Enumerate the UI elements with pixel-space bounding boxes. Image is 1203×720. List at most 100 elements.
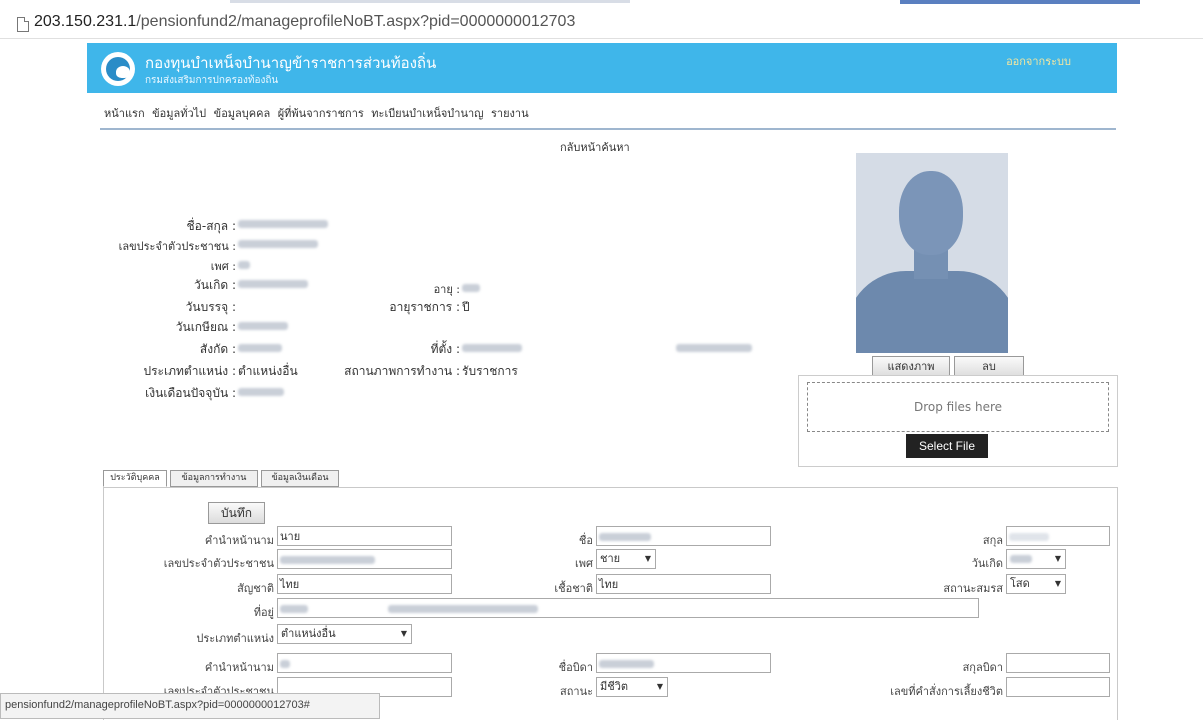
profile-age-value: [462, 284, 480, 292]
profile-id-label: เลขประจำตัวประชาชน :: [118, 240, 236, 253]
father-status-value: มีชีวิต: [600, 680, 629, 693]
father-title-label: คำนำหน้านาม: [204, 661, 274, 674]
birth-blurred: [1010, 555, 1032, 563]
lastname-label: สกุล: [982, 534, 1003, 547]
postype-select-value: ตำแหน่งอื่น: [281, 627, 336, 640]
firstname-label: ชื่อ: [578, 534, 593, 547]
profile-photo: [856, 153, 1008, 353]
profile-name-label: ชื่อ-สกุล :: [186, 219, 236, 233]
profile-name-value: [238, 220, 328, 228]
profile-location-value: [462, 344, 522, 352]
nav-item-personal[interactable]: ข้อมูลบุคคล: [214, 107, 271, 120]
profile-postype-value: ตำแหน่งอื่น: [238, 364, 298, 378]
title-label: คำนำหน้านาม: [204, 534, 274, 547]
profile-workstatus-value: รับราชการ: [462, 364, 518, 378]
sex-select[interactable]: ชาย ▼: [596, 549, 656, 569]
profile-location-value-2: [676, 344, 752, 352]
nationality-label: สัญชาติ: [237, 582, 274, 595]
tab-personal-history[interactable]: ประวัติบุคคล: [103, 470, 167, 487]
profile-age-label: อายุ :: [433, 283, 460, 296]
race-input[interactable]: ไทย: [596, 574, 771, 594]
father-lastname-label: สกุลบิดา: [962, 661, 1003, 674]
chevron-down-icon: ▼: [1054, 579, 1061, 588]
birth-select[interactable]: ▼: [1006, 549, 1066, 569]
nav-item-report[interactable]: รายงาน: [491, 107, 529, 120]
father-name-label: ชื่อบิดา: [558, 661, 593, 674]
chevron-down-icon: ▼: [400, 629, 407, 638]
profile-id-value: [238, 240, 318, 248]
select-file-button[interactable]: Select File: [906, 434, 988, 458]
idcard-blurred: [280, 556, 375, 564]
profile-sex-label: เพศ :: [210, 260, 236, 273]
profile-service-label: อายุราชการ :: [389, 300, 460, 314]
idcard-label: เลขประจำตัวประชาชน: [163, 557, 274, 570]
profile-affil-value: [238, 344, 282, 352]
birth-label: วันเกิด: [971, 557, 1003, 570]
marital-select-value: โสด: [1010, 577, 1030, 590]
father-title-blurred: [280, 660, 290, 668]
nav-item-pension-register[interactable]: ทะเบียนบำเหน็จบำนาญ: [371, 107, 483, 120]
lastname-blurred: [1009, 533, 1049, 541]
profile-affil-label: สังกัด :: [199, 342, 236, 356]
profile-salary-value: [238, 388, 284, 396]
survivor-input[interactable]: [1006, 677, 1110, 697]
chevron-down-icon: ▼: [656, 682, 663, 691]
profile-salary-label: เงินเดือนปัจจุบัน :: [145, 386, 236, 400]
site-header: กองทุนบำเหน็จบำนาญข้าราชการส่วนท้องถิ่น …: [87, 43, 1117, 93]
father-title-input[interactable]: [277, 653, 452, 673]
browser-tab-indicator-active: [900, 0, 1140, 4]
drop-zone[interactable]: Drop files here: [807, 382, 1109, 432]
tab-work-info[interactable]: ข้อมูลการทำงาน: [170, 470, 258, 487]
org-subtitle: กรมส่งเสริมการปกครองท้องถิ่น: [145, 75, 279, 86]
address-input[interactable]: [277, 598, 979, 618]
profile-workstatus-label: สถานภาพการทำงาน :: [344, 364, 460, 378]
profile-location-label: ที่ตั้ง :: [430, 342, 460, 356]
main-nav: หน้าแรก ข้อมูลทั่วไป ข้อมูลบุคคล ผู้ที่พ…: [104, 104, 533, 122]
father-name-blurred: [599, 660, 654, 668]
back-to-search-link[interactable]: กลับหน้าค้นหา: [560, 138, 630, 156]
father-status-label: สถานะ: [560, 685, 593, 698]
postype-label: ประเภทตำแหน่ง: [196, 632, 274, 645]
save-button[interactable]: บันทึก: [208, 502, 265, 524]
firstname-input[interactable]: [596, 526, 771, 546]
address-blurred-2: [388, 605, 538, 613]
profile-retire-value: [238, 322, 288, 330]
logout-link[interactable]: ออกจากระบบ: [1006, 52, 1071, 70]
firstname-blurred: [599, 533, 651, 541]
sex-select-value: ชาย: [600, 552, 621, 565]
logo-icon: [101, 52, 135, 86]
title-input[interactable]: นาย: [277, 526, 452, 546]
drop-zone-text: Drop files here: [913, 400, 1003, 414]
chevron-down-icon: ▼: [1054, 554, 1061, 563]
file-upload-panel: Drop files here Select File: [798, 375, 1118, 467]
lastname-input[interactable]: [1006, 526, 1110, 546]
url-host: 203.150.231.1: [34, 13, 137, 30]
marital-select[interactable]: โสด ▼: [1006, 574, 1066, 594]
nav-item-retired[interactable]: ผู้ที่พ้นจากราชการ: [278, 107, 364, 120]
profile-sex-value: [238, 261, 250, 269]
tab-salary-info[interactable]: ข้อมูลเงินเดือน: [261, 470, 339, 487]
org-title: กองทุนบำเหน็จบำนาญข้าราชการส่วนท้องถิ่น: [145, 54, 437, 72]
url-path: /pensionfund2/manageprofileNoBT.aspx?pid…: [136, 13, 576, 30]
address-blurred-1: [280, 605, 308, 613]
browser-status-bar: pensionfund2/manageprofileNoBT.aspx?pid=…: [0, 693, 380, 719]
postype-select[interactable]: ตำแหน่งอื่น ▼: [277, 624, 412, 644]
idcard-input[interactable]: [277, 549, 452, 569]
nationality-input[interactable]: ไทย: [277, 574, 452, 594]
chevron-down-icon: ▼: [644, 554, 651, 563]
browser-address-bar: 203.150.231.1/pensionfund2/manageprofile…: [0, 0, 1203, 39]
father-name-input[interactable]: [596, 653, 771, 673]
profile-postype-label: ประเภทตำแหน่ง :: [143, 364, 236, 378]
profile-appoint-label: วันบรรจุ :: [185, 300, 236, 314]
profile-service-unit: ปี: [462, 300, 470, 314]
browser-tab-indicator: [230, 0, 630, 3]
nav-item-general[interactable]: ข้อมูลทั่วไป: [152, 107, 206, 120]
father-lastname-input[interactable]: [1006, 653, 1110, 673]
nav-item-home[interactable]: หน้าแรก: [104, 107, 145, 120]
url-field[interactable]: 203.150.231.1/pensionfund2/manageprofile…: [34, 13, 575, 31]
race-label: เชื้อชาติ: [554, 582, 593, 595]
page-icon: [17, 17, 29, 32]
father-status-select[interactable]: มีชีวิต ▼: [596, 677, 668, 697]
status-bar-url: pensionfund2/manageprofileNoBT.aspx?pid=…: [5, 699, 310, 711]
marital-label: สถานะสมรส: [943, 582, 1003, 595]
